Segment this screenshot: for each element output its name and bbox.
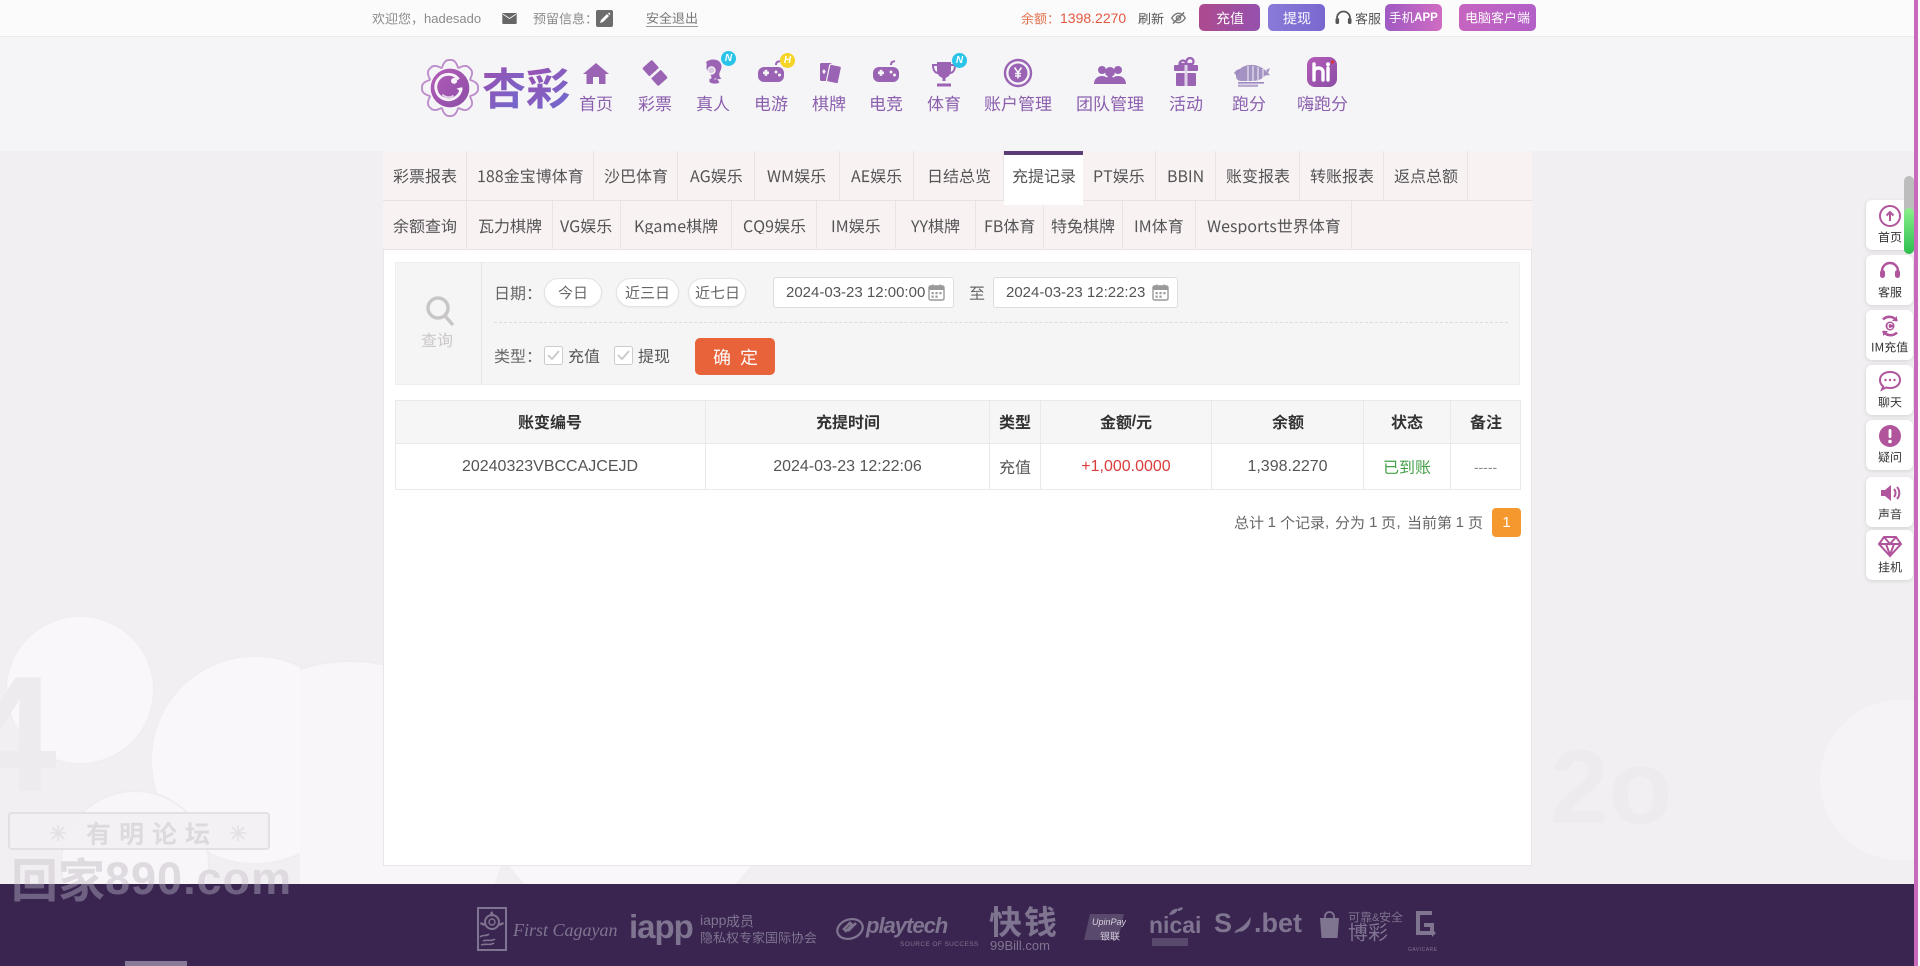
svg-text:UpinPay: UpinPay [1092,917,1126,927]
svg-text:C: C [1887,322,1893,331]
